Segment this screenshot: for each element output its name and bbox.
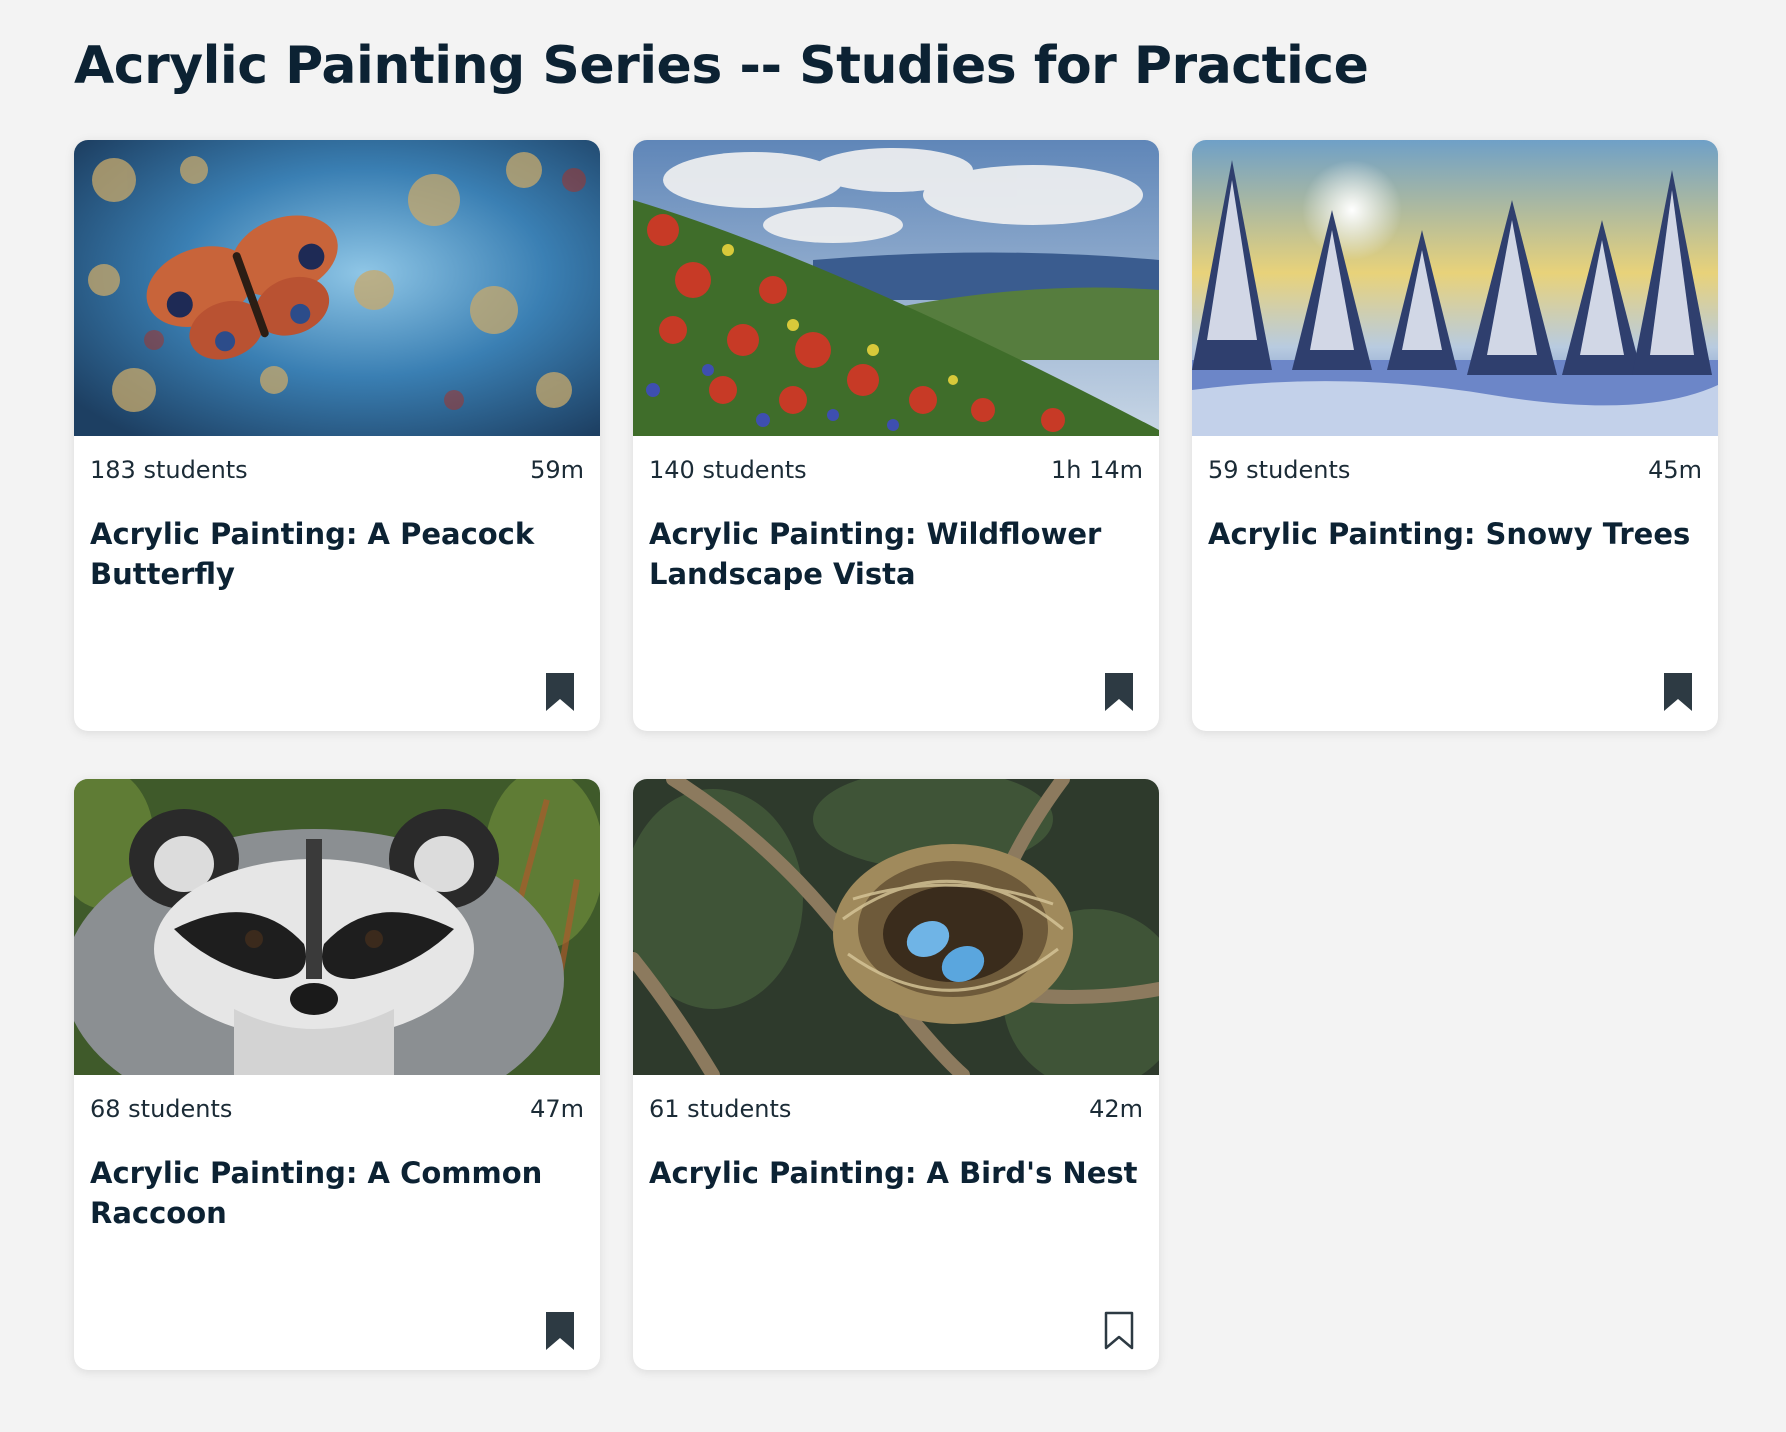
course-duration: 1h 14m	[1050, 456, 1143, 484]
course-grid: 183 students 59m Acrylic Painting: A Pea…	[74, 140, 1718, 1370]
bookmark-icon[interactable]	[1103, 671, 1135, 713]
course-duration: 42m	[1089, 1095, 1143, 1123]
bookmark-icon[interactable]	[1662, 671, 1694, 713]
course-thumbnail[interactable]	[1192, 140, 1718, 436]
course-card[interactable]: 183 students 59m Acrylic Painting: A Pea…	[74, 140, 600, 731]
course-duration: 47m	[530, 1095, 584, 1123]
course-thumbnail[interactable]	[74, 779, 600, 1075]
course-thumbnail[interactable]	[633, 779, 1159, 1075]
student-count: 68 students	[90, 1095, 233, 1123]
course-card[interactable]: 59 students 45m Acrylic Painting: Snowy …	[1192, 140, 1718, 731]
course-title[interactable]: Acrylic Painting: Wildflower Landscape V…	[649, 514, 1143, 594]
course-card[interactable]: 68 students 47m Acrylic Painting: A Comm…	[74, 779, 600, 1370]
course-title[interactable]: Acrylic Painting: A Common Raccoon	[90, 1153, 584, 1233]
course-title[interactable]: Acrylic Painting: Snowy Trees	[1208, 514, 1702, 554]
page-title: Acrylic Painting Series -- Studies for P…	[74, 36, 1369, 96]
course-thumbnail[interactable]	[633, 140, 1159, 436]
bookmark-icon[interactable]	[544, 1310, 576, 1352]
course-card[interactable]: 61 students 42m Acrylic Painting: A Bird…	[633, 779, 1159, 1370]
course-title[interactable]: Acrylic Painting: A Bird's Nest	[649, 1153, 1143, 1193]
course-title[interactable]: Acrylic Painting: A Peacock Butterfly	[90, 514, 584, 594]
course-duration: 45m	[1648, 456, 1702, 484]
student-count: 140 students	[649, 456, 807, 484]
course-thumbnail[interactable]	[74, 140, 600, 436]
course-duration: 59m	[530, 456, 584, 484]
bookmark-outline-icon[interactable]	[1103, 1310, 1135, 1352]
bookmark-icon[interactable]	[544, 671, 576, 713]
student-count: 61 students	[649, 1095, 792, 1123]
course-card[interactable]: 140 students 1h 14m Acrylic Painting: Wi…	[633, 140, 1159, 731]
student-count: 59 students	[1208, 456, 1351, 484]
student-count: 183 students	[90, 456, 248, 484]
